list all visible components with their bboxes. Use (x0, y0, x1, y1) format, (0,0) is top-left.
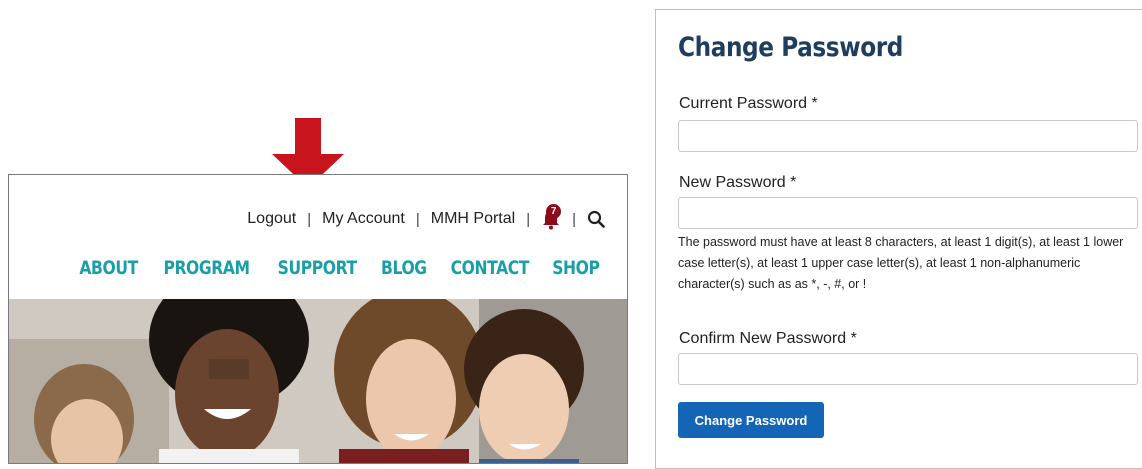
nav-item-contact[interactable]: CONTACT (450, 257, 529, 279)
new-password-label: New Password * (679, 174, 797, 191)
mmh-portal-link[interactable]: MMH Portal (431, 210, 515, 228)
current-password-input[interactable] (678, 120, 1138, 152)
change-password-button[interactable]: Change Password (678, 402, 824, 438)
separator: | (415, 210, 420, 228)
new-password-input[interactable] (678, 197, 1138, 229)
notification-badge: 7 (546, 204, 562, 219)
password-requirements-text: The password must have at least 8 charac… (678, 235, 1124, 291)
hero-photo (9, 299, 627, 463)
nav-item-about[interactable]: ABOUT (79, 257, 138, 279)
nav-item-shop[interactable]: SHOP (552, 257, 600, 279)
nav-item-blog[interactable]: BLOG (381, 257, 427, 279)
separator: | (307, 210, 312, 228)
my-account-link[interactable]: My Account (322, 210, 405, 228)
page-title: Change Password (678, 32, 903, 63)
separator: | (572, 210, 576, 228)
separator: | (526, 210, 531, 228)
nav-item-program[interactable]: PROGRAM (164, 257, 251, 279)
confirm-password-label: Confirm New Password * (679, 330, 857, 347)
confirm-password-input[interactable] (678, 353, 1138, 385)
logout-link[interactable]: Logout (247, 210, 296, 228)
nav-item-support[interactable]: SUPPORT (278, 257, 357, 279)
main-nav: ABOUT PROGRAM SUPPORT BLOG CONTACT SHOP (9, 257, 627, 279)
utility-nav: Logout | My Account | MMH Portal | 7 | (247, 204, 605, 230)
change-password-form: Change Password Current Password * New P… (655, 9, 1142, 469)
bell-icon[interactable]: 7 (541, 204, 562, 230)
website-header-panel: Logout | My Account | MMH Portal | 7 | A… (8, 174, 628, 464)
search-icon[interactable] (587, 210, 605, 228)
current-password-label: Current Password * (679, 95, 818, 112)
